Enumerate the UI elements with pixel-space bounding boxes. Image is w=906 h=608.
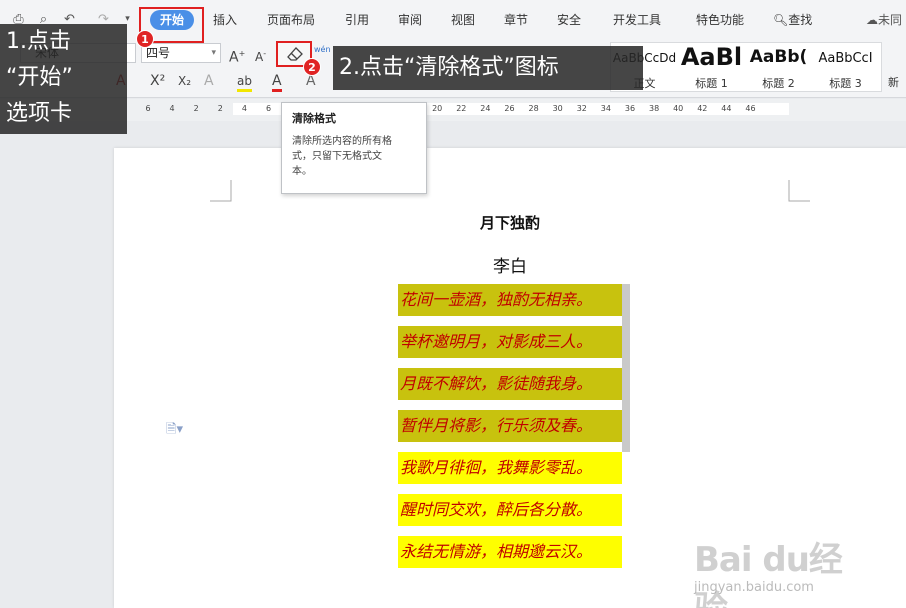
font-color-icon[interactable]: A <box>272 73 282 92</box>
ruler-number: 6 <box>265 104 272 113</box>
style-heading-3[interactable]: AaBbCcI 标题 3 <box>812 43 879 93</box>
tab-review[interactable]: 审阅 <box>398 11 422 29</box>
chevron-down-icon: ▾ <box>211 48 216 58</box>
ruler-number: 32 <box>576 104 587 113</box>
tab-chapter[interactable]: 章节 <box>504 11 528 29</box>
poem-title[interactable]: 月下独酌 <box>114 212 906 233</box>
tooltip-line: 本。 <box>292 166 312 177</box>
phonetic-guide-button[interactable]: wén <box>314 42 331 58</box>
tab-developer[interactable]: 开发工具 <box>613 11 661 29</box>
margin-corner-mark <box>788 180 810 202</box>
menu-bar: ⎙ ⌕ ↶ ↷ ▾ 开始 插入 页面布局 引用 审阅 视图 章节 安全 开发工具… <box>0 0 906 40</box>
poem-line[interactable]: 我歌月徘徊，我舞影零乱。 <box>398 452 622 484</box>
text-effect-icon[interactable]: A <box>204 73 214 89</box>
ruler-number: 2 <box>193 104 199 113</box>
poem-author[interactable]: 李白 <box>114 252 906 277</box>
ruler-number: 38 <box>649 104 660 113</box>
ruler-number: 44 <box>721 104 732 113</box>
ruler-number: 40 <box>673 104 684 113</box>
decrease-font-icon[interactable]: A- <box>255 46 266 65</box>
highlight-icon[interactable]: ab <box>237 73 252 92</box>
poem-line[interactable]: 永结无情游，相期邈云汉。 <box>398 536 622 568</box>
sync-label: 未同 <box>878 13 903 27</box>
superscript-icon[interactable]: X² <box>150 73 165 89</box>
new-style-button[interactable]: 新 <box>888 74 899 90</box>
tooltip-line: 清除所选内容的所有格 <box>292 136 392 147</box>
poem-line[interactable]: 暂伴月将影，行乐须及春。 <box>398 410 622 442</box>
cloud-icon: ☁ <box>866 13 878 27</box>
poem-line[interactable]: 醒时同交欢，醉后各分散。 <box>398 494 622 526</box>
step-badge-1: 1 <box>136 30 154 48</box>
ruler-number: 22 <box>456 104 467 113</box>
ruler-number: 42 <box>697 104 708 113</box>
ruler-number: 6 <box>145 104 151 113</box>
eraser-icon <box>287 47 303 61</box>
horizontal-ruler[interactable]: 6422468101214161820222426283032343638404… <box>0 99 906 121</box>
ruler-number: 36 <box>624 104 636 113</box>
tab-view[interactable]: 视图 <box>451 11 475 29</box>
style-heading-2[interactable]: AaBb( 标题 2 <box>745 43 812 93</box>
annotation-line: “开始” <box>6 65 73 90</box>
increase-font-icon[interactable]: A+ <box>229 46 245 66</box>
baidu-watermark: Bai du经验 jingyan.baidu.com <box>694 528 864 608</box>
sync-status[interactable]: ☁未同 <box>866 11 902 29</box>
tab-references[interactable]: 引用 <box>345 11 369 29</box>
annotation-line: 2.点击“清除格式”图标 <box>339 55 559 80</box>
annotation-line: 1.点击 <box>6 29 71 54</box>
clear-format-tooltip: 清除格式 清除所选内容的所有格 式，只留下无格式文 本。 <box>281 102 427 194</box>
subscript-icon[interactable]: X₂ <box>178 73 191 89</box>
style-preview: AaBb( <box>749 47 808 67</box>
selection-scroll-indicator <box>622 284 630 452</box>
margin-corner-mark <box>210 180 232 202</box>
style-heading-1[interactable]: AaBl 标题 1 <box>678 43 745 93</box>
watermark-logo: Bai du经验 <box>694 540 843 608</box>
tab-page-layout[interactable]: 页面布局 <box>267 11 315 29</box>
ruler-number: 34 <box>600 104 611 113</box>
ruler-number: 4 <box>169 104 175 113</box>
tooltip-line: 式，只留下无格式文 <box>292 151 382 162</box>
tab-special-features[interactable]: 特色功能 <box>696 11 744 29</box>
tab-insert[interactable]: 插入 <box>213 11 237 29</box>
style-label: 标题 2 <box>762 77 795 90</box>
ruler-number: 20 <box>432 104 443 113</box>
style-preview: AaBl <box>680 43 743 71</box>
ruler-number: 2 <box>217 104 223 113</box>
styles-gallery: AaBbCcDd 正文 AaBl 标题 1 AaBb( 标题 2 AaBbCcI… <box>610 42 882 92</box>
step-badge-2: 2 <box>303 58 321 76</box>
poem-line[interactable]: 花间一壶酒，独酌无相亲。 <box>398 284 622 316</box>
style-label: 标题 1 <box>695 77 728 90</box>
style-label: 标题 3 <box>829 77 862 90</box>
ruler-number: 46 <box>745 104 756 113</box>
tooltip-body: 清除所选内容的所有格 式，只留下无格式文 本。 <box>292 134 416 179</box>
style-preview: AaBbCcI <box>818 51 873 66</box>
ruler-number: 28 <box>528 104 539 113</box>
font-size-value: 四号 <box>146 46 171 60</box>
font-size-select[interactable]: 四号 ▾ <box>141 43 221 63</box>
ruler-number: 24 <box>480 104 491 113</box>
poem-line[interactable]: 举杯邀明月，对影成三人。 <box>398 326 622 358</box>
document-nav-icon[interactable]: 🗎▾ <box>166 420 183 442</box>
ruler-number: 4 <box>241 104 247 113</box>
poem-line[interactable]: 月既不解饮，影徒随我身。 <box>398 368 622 400</box>
ruler-number: 30 <box>552 104 563 113</box>
watermark-url: jingyan.baidu.com <box>694 580 814 595</box>
ruler-number: 26 <box>504 104 515 113</box>
search-button[interactable]: 🔍︎查找 <box>773 11 812 29</box>
tooltip-title: 清除格式 <box>292 112 336 125</box>
annotation-step1: 1.点击 “开始” 选项卡 <box>0 24 127 134</box>
annotation-line: 选项卡 <box>6 101 73 126</box>
search-label: 查找 <box>788 13 813 27</box>
tab-security[interactable]: 安全 <box>557 11 581 29</box>
search-icon: 🔍︎ <box>773 13 789 27</box>
annotation-step2: 2.点击“清除格式”图标 <box>333 46 643 90</box>
